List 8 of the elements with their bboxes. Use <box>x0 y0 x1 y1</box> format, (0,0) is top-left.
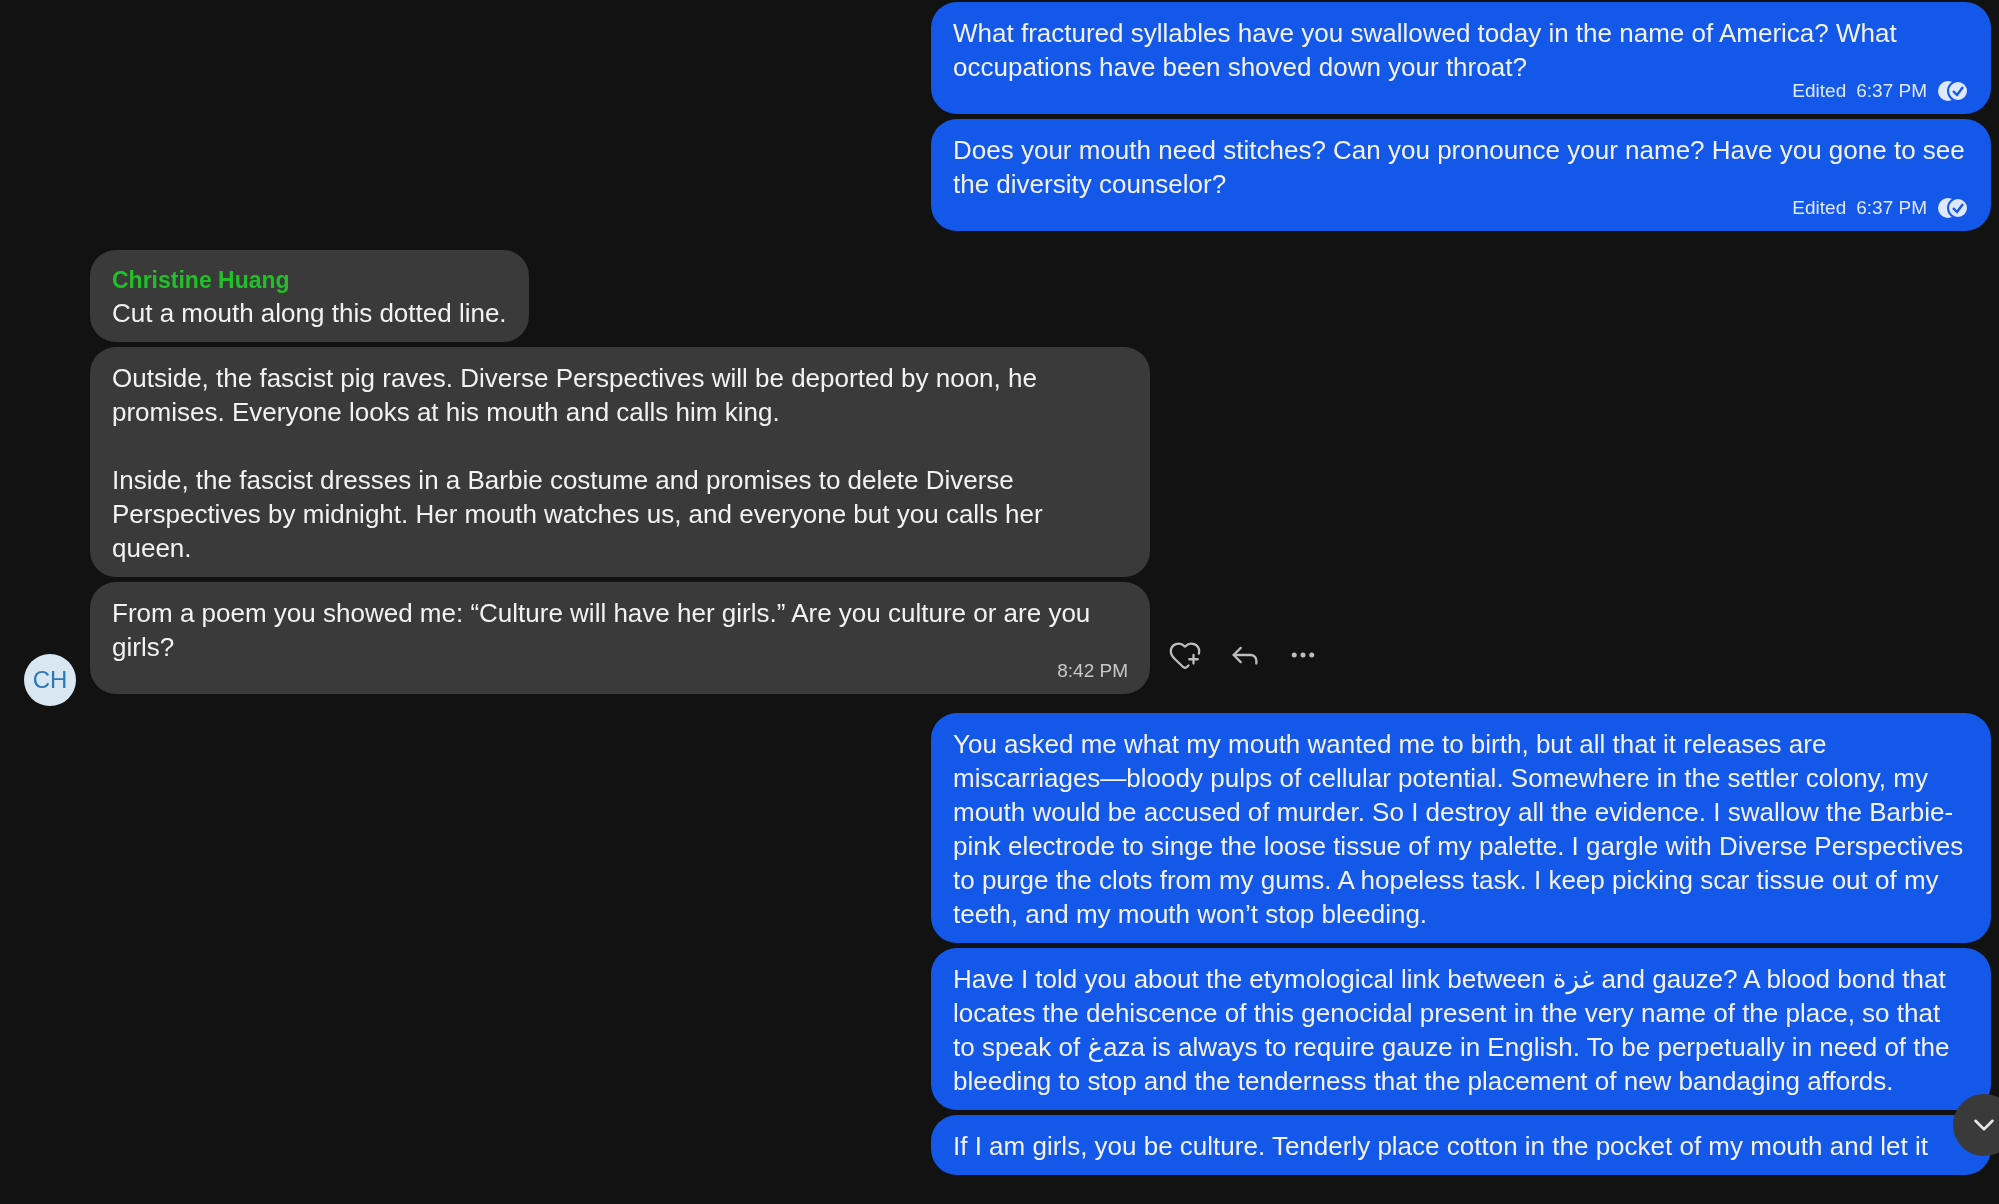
message-text: If I am girls, you be culture. Tenderly place cotton in the pocket of my mouth and let it <box>953 1130 1930 1163</box>
sender-name: Christine Huang <box>112 266 291 295</box>
avatar[interactable]: CH <box>24 654 76 706</box>
message-text: Cut a mouth along this dotted line. <box>112 297 507 330</box>
message-text: Outside, the fascist pig raves. Diverse Perspectives will be deported by noon, he promises. Everyone looks at his mouth and calls him king. <box>112 362 1038 429</box>
message-text: Have I told you about the etymological link between غزة and gauze? A blood bond that locates the dehiscence of this genocidal present in the very name of the place, so that to speak of غaza is always to require gauze in English. To be perpetually in need of the bleeding to stop and the tenderness that the placement of new bandaging affords. <box>953 963 1951 1098</box>
message-text: You asked me what my mouth wanted me to birth, but all that it releases are miscarriages—bloody pulps of cellular potential. Somewhere in the settler colony, my mouth would be accused of murder. So I destroy all the evidence. I swallow the Barbie-pink electrode to singe the loose tissue of my palette. I gargle with Diverse Perspectives to purge the clots from my gums. A hopeless task. I keep picking scar tissue out of my teeth, and my mouth won’t stop bleeding. <box>953 728 1965 931</box>
message-text: Inside, the fascist dresses in a Barbie costume and promises to delete Diverse Perspectives by midnight. Her mouth watches us, and everyone but you calls her queen. <box>112 464 1044 565</box>
